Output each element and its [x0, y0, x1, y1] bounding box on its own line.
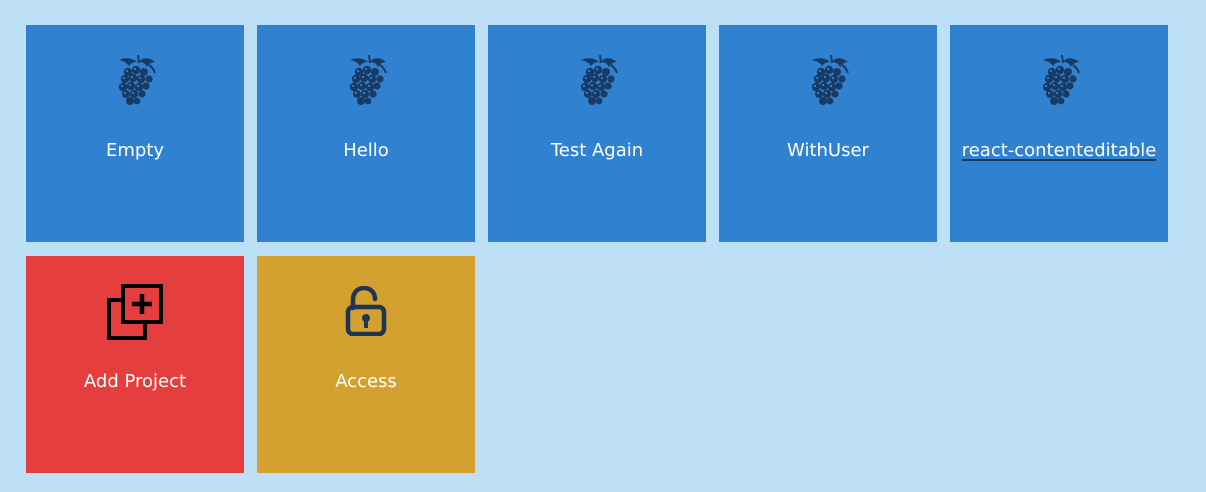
project-tile[interactable]: Test Again: [488, 25, 706, 242]
add-project-label: Add Project: [83, 371, 187, 392]
add-project-icon: [107, 284, 163, 340]
grape-icon: [111, 53, 159, 107]
project-tile[interactable]: Empty: [26, 25, 244, 242]
access-tile[interactable]: Access: [257, 256, 475, 473]
grape-icon: [342, 53, 390, 107]
project-tile[interactable]: Hello: [257, 25, 475, 242]
project-label: Hello: [343, 140, 389, 161]
grape-icon: [573, 53, 621, 107]
project-label: Test Again: [550, 140, 644, 161]
unlock-icon: [345, 286, 387, 336]
project-label: Empty: [105, 140, 165, 161]
access-label: Access: [335, 371, 397, 392]
project-label: WithUser: [787, 140, 869, 161]
grape-icon: [804, 53, 852, 107]
grape-icon: [1035, 53, 1083, 107]
project-tile[interactable]: react-contenteditable: [950, 25, 1168, 242]
project-tile[interactable]: WithUser: [719, 25, 937, 242]
add-project-tile[interactable]: Add Project: [26, 256, 244, 473]
project-label: react-contenteditable: [961, 140, 1157, 161]
